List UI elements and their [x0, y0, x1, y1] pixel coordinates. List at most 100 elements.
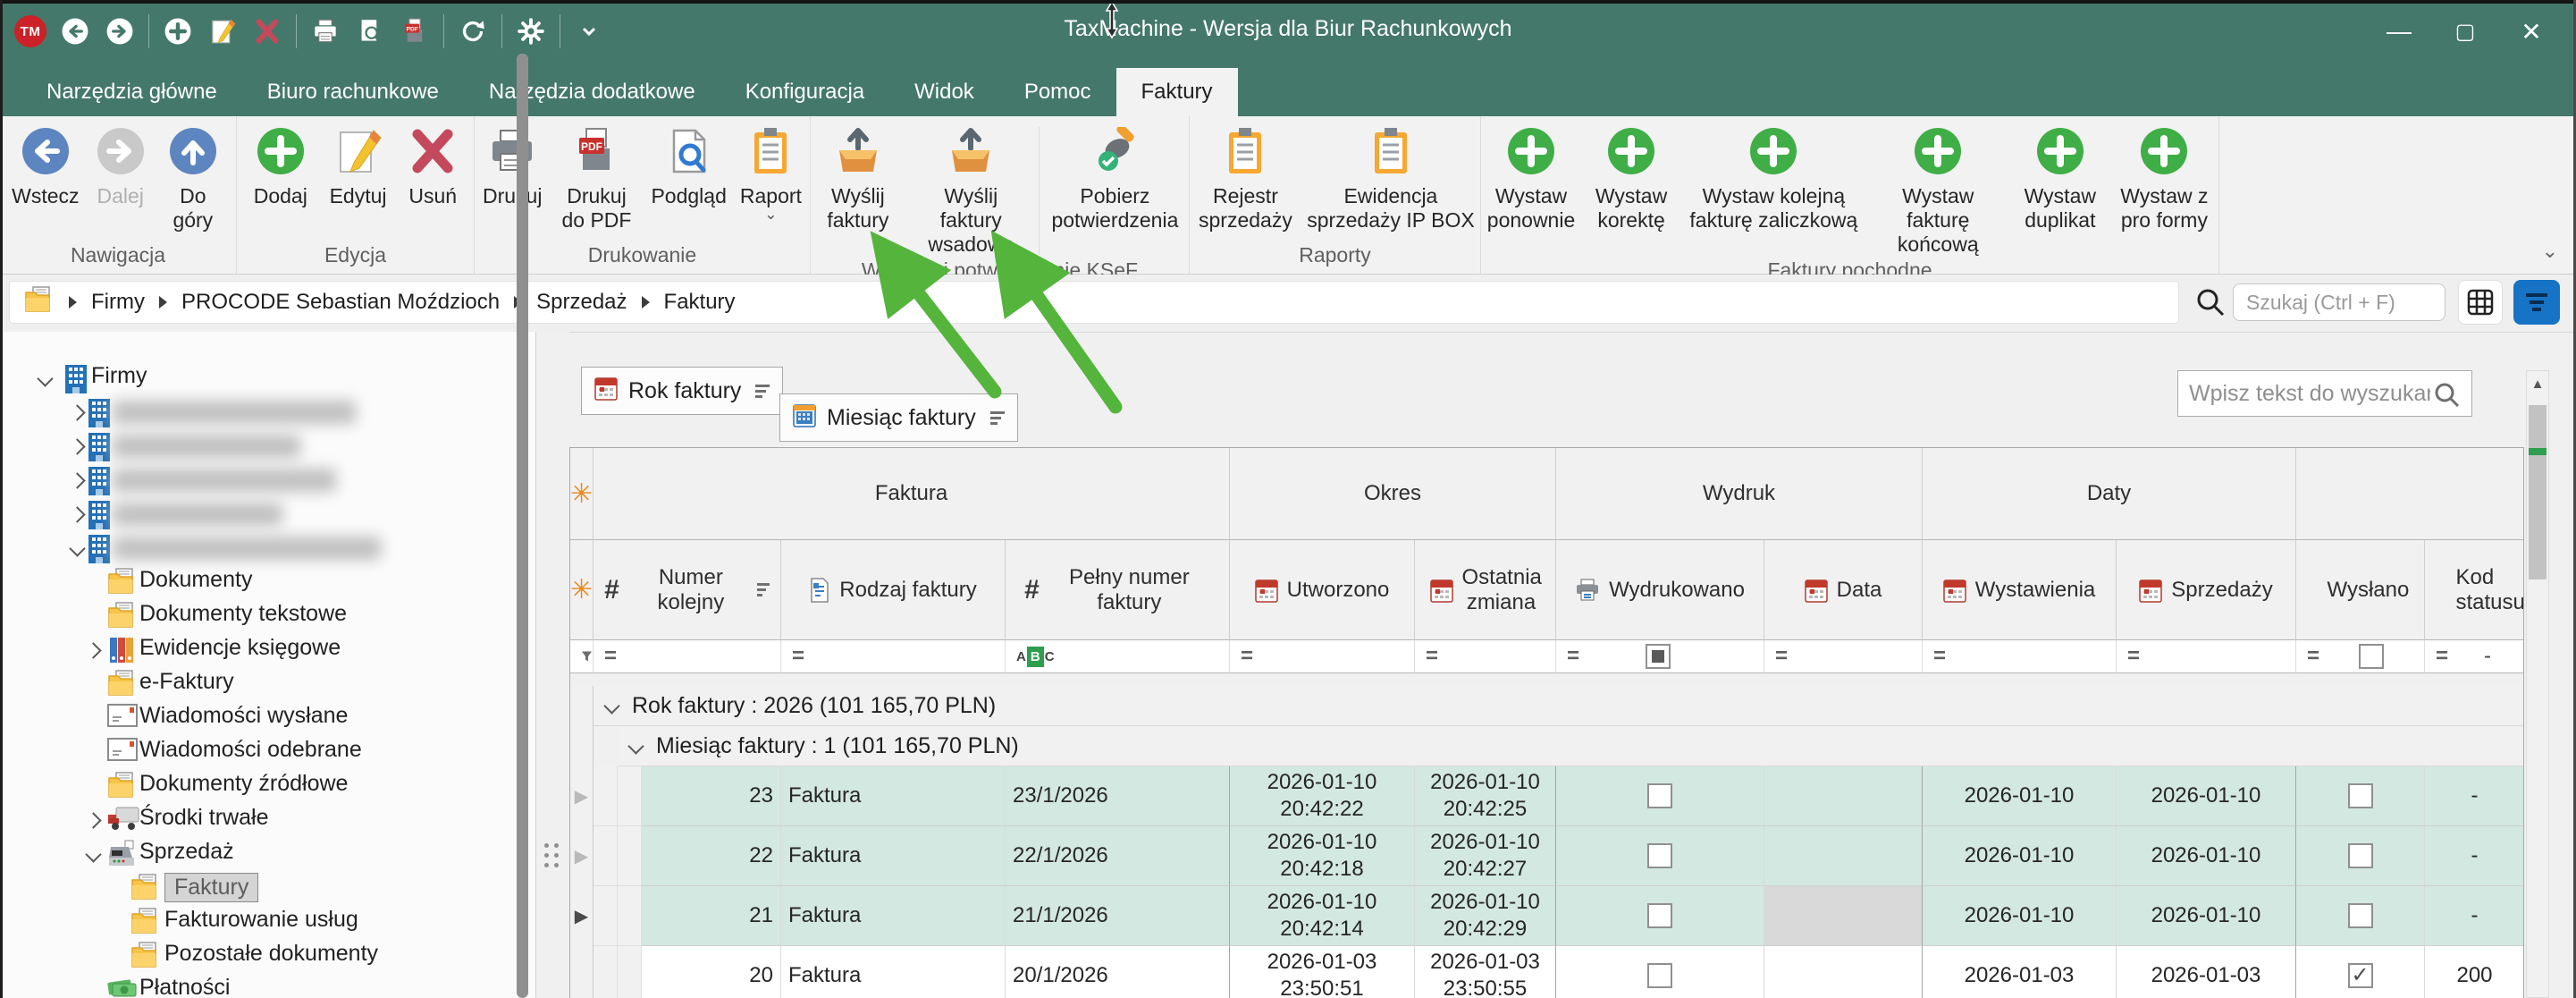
cell-wystawienia[interactable]: 2026-01-10	[1923, 766, 2117, 826]
tab-narz-dzia-g-wne[interactable]: Narzędzia główne	[21, 68, 242, 116]
tree-item-wiadomości-odebrane[interactable]: Wiadomości odebrane	[0, 735, 514, 769]
add-icon[interactable]	[162, 15, 194, 47]
tab-konfiguracja[interactable]: Konfiguracja	[720, 68, 889, 116]
cell-sprzedazy[interactable]: 2026-01-10	[2117, 826, 2296, 886]
ribbon-button-wstecz[interactable]: Wstecz	[6, 123, 84, 210]
refresh-icon[interactable]	[457, 15, 489, 47]
column-group-header-blank[interactable]	[2296, 448, 2524, 540]
filter-cell-numer[interactable]: =	[593, 640, 781, 673]
ribbon-button-wyślij-faktury[interactable]: Wyślij faktury	[811, 123, 905, 234]
tab-faktury[interactable]: Faktury	[1116, 68, 1238, 116]
column-header-numer[interactable]: #Numer kolejny	[593, 540, 781, 640]
filter-cell-rodzaj[interactable]: =	[781, 640, 1006, 673]
cell-numer-kolejny[interactable]: 21	[642, 886, 781, 946]
cell-data[interactable]	[1764, 826, 1923, 886]
ribbon-button-wyślij-faktury-wsadowo[interactable]: Wyślij faktury wsadowo	[905, 123, 1037, 258]
filter-cell-ostatnia[interactable]: =	[1415, 640, 1556, 673]
row-indicator-cell[interactable]: ▶	[570, 826, 593, 886]
cell-data[interactable]	[1764, 766, 1923, 826]
tree-item-redacted-company[interactable]	[0, 429, 514, 463]
cell-kod-statusu[interactable]: 200	[2425, 946, 2524, 998]
chevron-down-icon[interactable]	[573, 15, 605, 47]
expander-expand-icon[interactable]	[69, 404, 85, 420]
panel-splitter[interactable]	[536, 332, 569, 998]
tab-narz-dzia-dodatkowe[interactable]: Narzędzia dodatkowe	[464, 68, 720, 116]
expander-expand-icon[interactable]	[69, 506, 85, 522]
cell-rodzaj-faktury[interactable]: Faktura	[781, 826, 1006, 886]
cell-sprzedazy[interactable]: 2026-01-10	[2117, 886, 2296, 946]
cell-pelny-numer[interactable]: 21/1/2026	[1006, 886, 1230, 946]
ribbon-button-wystaw-fakturę-końcową[interactable]: Wystaw fakturę końcową	[1866, 123, 2010, 258]
tree-item-ewidencje-księgowe[interactable]: Ewidencje księgowe	[0, 633, 514, 667]
ribbon-button-edytuj[interactable]: Edytuj	[324, 123, 392, 210]
nav-back-icon[interactable]	[59, 15, 91, 47]
group-chip-rok-faktury[interactable]: Rok faktury	[581, 367, 783, 415]
tree-item-sprzedaż[interactable]: Sprzedaż	[0, 837, 514, 871]
cell-wydrukowano[interactable]	[1556, 886, 1764, 946]
tree-item-redacted-company[interactable]	[0, 531, 514, 565]
tree-item-redacted-company[interactable]	[0, 497, 514, 531]
splitter-grip[interactable]	[544, 843, 559, 867]
column-group-header-okres[interactable]: Okres	[1230, 448, 1556, 540]
cell-wyslano[interactable]	[2296, 826, 2425, 886]
filter-checkbox[interactable]	[1646, 644, 1671, 669]
maximize-button[interactable]: ▢	[2440, 9, 2490, 54]
tree-scrollbar-thumb[interactable]	[517, 54, 528, 998]
row-indicator-cell[interactable]: ▶	[570, 766, 593, 826]
cell-kod-statusu[interactable]: -	[2425, 826, 2524, 886]
cell-utworzono[interactable]: 2026-01-0323:50:51	[1230, 946, 1415, 998]
column-header-rodzaj[interactable]: Rodzaj faktury	[781, 540, 1006, 640]
ribbon-button-wystaw-ponownie[interactable]: Wystaw ponownie	[1481, 123, 1581, 234]
expander-expand-icon[interactable]	[69, 438, 85, 454]
print-preview-icon[interactable]	[354, 15, 386, 47]
breadcrumb-item-firmy[interactable]: Firmy	[91, 290, 145, 315]
checkbox-wydrukowano[interactable]	[1647, 783, 1672, 808]
breadcrumb-item-sprzeda-[interactable]: Sprzedaż	[536, 290, 627, 315]
tree-item-dokumenty[interactable]: Dokumenty	[0, 565, 514, 599]
tree-item-firmy[interactable]: Firmy	[0, 361, 514, 395]
grid-scrollbar[interactable]: ▲	[2526, 370, 2549, 998]
cell-wystawienia[interactable]: 2026-01-10	[1923, 886, 2117, 946]
print-icon[interactable]	[309, 15, 341, 47]
tree-item-e-faktury[interactable]: e-Faktury	[0, 667, 514, 701]
tab-pomoc[interactable]: Pomoc	[999, 68, 1116, 116]
cell-sprzedazy[interactable]: 2026-01-03	[2117, 946, 2296, 998]
filter-cell-wydrukowano[interactable]: =	[1556, 640, 1764, 673]
cell-wyslano[interactable]	[2296, 946, 2425, 998]
print-pdf-icon[interactable]: PDF	[399, 15, 431, 47]
ribbon-button-dalej[interactable]: Dalej	[91, 123, 150, 210]
grid-scrollbar-thumb[interactable]	[2529, 405, 2547, 579]
edit-icon[interactable]	[206, 15, 239, 47]
tree-item-pozostałe-dokumenty[interactable]: Pozostałe dokumenty	[0, 939, 514, 973]
cell-pelny-numer[interactable]: 22/1/2026	[1006, 826, 1230, 886]
column-header-sprzedazy[interactable]: Sprzedaży	[2117, 540, 2296, 640]
expander-collapse-icon[interactable]	[37, 370, 53, 386]
cell-wystawienia[interactable]: 2026-01-03	[1923, 946, 2117, 998]
ribbon-button-podgląd[interactable]: Podgląd	[645, 123, 731, 210]
expander-collapse-icon[interactable]	[85, 846, 101, 862]
cell-rodzaj-faktury[interactable]: Faktura	[781, 946, 1006, 998]
column-header-wydrukowano[interactable]: Wydrukowano	[1556, 540, 1764, 640]
cell-wyslano[interactable]	[2296, 766, 2425, 826]
cell-utworzono[interactable]: 2026-01-1020:42:14	[1230, 886, 1415, 946]
scroll-up-icon[interactable]: ▲	[2527, 376, 2548, 392]
global-search-input[interactable]	[2233, 283, 2446, 321]
cell-numer-kolejny[interactable]: 20	[642, 946, 781, 998]
column-group-header-faktura[interactable]: Faktura	[593, 448, 1230, 540]
breadcrumb-item-procode-sebastian-mo-dzioch[interactable]: PROCODE Sebastian Moździoch	[181, 290, 500, 315]
nav-forward-icon[interactable]	[104, 15, 136, 47]
filter-cell-pelny[interactable]: ABC	[1006, 640, 1230, 673]
tree-scrollbar[interactable]	[517, 54, 528, 998]
expander-expand-icon[interactable]	[69, 472, 85, 488]
column-header-ostatnia[interactable]: Ostatnia zmiana	[1415, 540, 1556, 640]
cell-wydrukowano[interactable]	[1556, 946, 1764, 998]
cell-utworzono[interactable]: 2026-01-1020:42:22	[1230, 766, 1415, 826]
ribbon-button-dodaj[interactable]: Dodaj	[248, 123, 313, 210]
checkbox-wyslano[interactable]	[2348, 963, 2373, 988]
cell-kod-statusu[interactable]: -	[2425, 886, 2524, 946]
column-header-wystawienia[interactable]: Wystawienia	[1923, 540, 2117, 640]
cell-data[interactable]	[1764, 886, 1923, 946]
dropdown-chevron-icon[interactable]: ⌄	[764, 208, 777, 221]
checkbox-wydrukowano[interactable]	[1647, 903, 1672, 928]
ribbon-button-rejestr-sprzedaży[interactable]: Rejestr sprzedaży	[1190, 123, 1301, 234]
